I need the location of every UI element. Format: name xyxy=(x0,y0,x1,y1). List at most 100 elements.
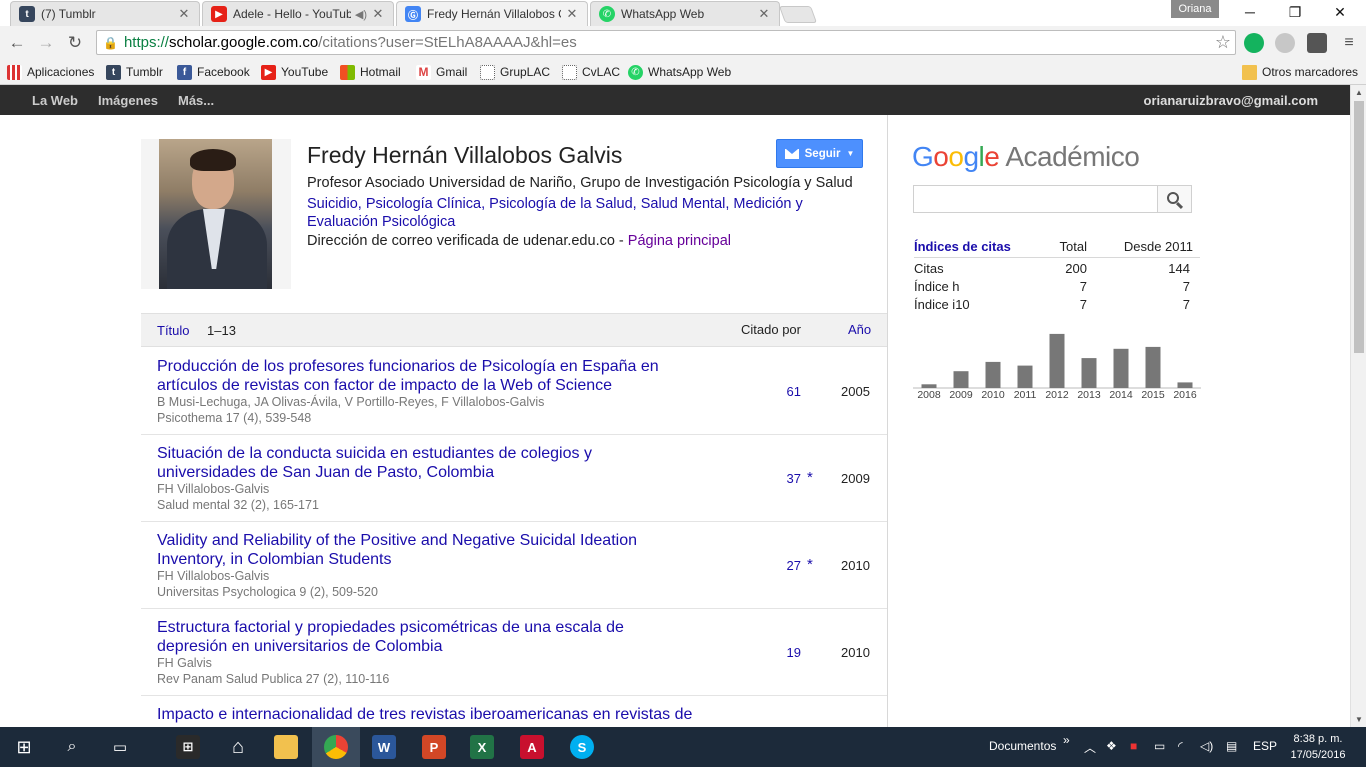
bookmark-whatsapp[interactable]: ✆ WhatsApp Web xyxy=(628,63,731,81)
article-title-link[interactable]: Estructura factorial y propiedades psico… xyxy=(157,618,677,656)
skype-ext-icon[interactable] xyxy=(1275,33,1295,53)
tab-tumblr[interactable]: t (7) Tumblr ✕ xyxy=(10,1,200,26)
bookmark-youtube[interactable]: ▶ YouTube xyxy=(261,63,328,81)
task-view-button[interactable]: ▭ xyxy=(96,727,144,767)
tab-scholar[interactable]: Ⓖ Fredy Hernán Villalobos G ✕ xyxy=(396,1,588,26)
bookmark-star-icon[interactable]: ☆ xyxy=(1215,32,1231,53)
scroll-up-icon[interactable]: ▲ xyxy=(1355,88,1363,97)
toolbar-expand-icon[interactable]: » xyxy=(1063,733,1070,747)
dropbox-icon[interactable]: ❖ xyxy=(1106,739,1117,753)
chart-bar-2010[interactable] xyxy=(985,361,1001,388)
page-scrollbar[interactable]: ▲ ▼ xyxy=(1350,85,1366,727)
close-icon[interactable]: ✕ xyxy=(371,6,385,22)
taskbar-chrome[interactable] xyxy=(312,727,360,767)
close-icon[interactable]: ✕ xyxy=(757,6,771,22)
profile-button[interactable]: Oriana xyxy=(1171,0,1219,18)
back-icon[interactable]: ← xyxy=(6,32,28,54)
sort-by-title[interactable]: Título xyxy=(157,323,190,338)
taskbar-word[interactable]: W xyxy=(360,727,408,767)
article-title-link[interactable]: Producción de los profesores funcionario… xyxy=(157,357,677,395)
chart-bar-2016[interactable] xyxy=(1177,382,1193,388)
bookmark-cvlac[interactable]: CvLAC xyxy=(562,63,620,81)
speaker-icon[interactable]: ◀) xyxy=(355,8,367,21)
chart-bar-2012[interactable] xyxy=(1049,333,1065,388)
close-icon[interactable]: ✕ xyxy=(177,6,191,22)
interest-link[interactable]: Psicología Clínica xyxy=(366,196,481,212)
homepage-link[interactable]: Página principal xyxy=(628,233,731,249)
tab-whatsapp[interactable]: ✆ WhatsApp Web ✕ xyxy=(590,1,780,26)
bookmark-apps[interactable]: Aplicaciones xyxy=(7,63,94,81)
scroll-down-icon[interactable]: ▼ xyxy=(1355,715,1363,724)
shield-ext-icon[interactable] xyxy=(1307,33,1327,53)
bookmark-gmail[interactable]: M Gmail xyxy=(416,63,467,81)
language-indicator[interactable]: ESP xyxy=(1253,739,1277,753)
menu-icon[interactable]: ≡ xyxy=(1338,32,1360,54)
taskbar-explorer[interactable] xyxy=(262,727,310,767)
new-tab-button[interactable] xyxy=(778,6,818,23)
search-button[interactable] xyxy=(1157,185,1192,213)
article-title-link[interactable]: Validity and Reliability of the Positive… xyxy=(157,531,677,569)
gbar-images-link[interactable]: Imágenes xyxy=(98,93,158,108)
cited-by-link[interactable]: 19 xyxy=(761,645,801,660)
taskbar-skype[interactable]: S xyxy=(558,727,606,767)
article-title-link[interactable]: Situación de la conducta suicida en estu… xyxy=(157,444,677,482)
cited-by-link[interactable]: 61 xyxy=(761,384,801,399)
article-title-link[interactable]: Impacto e internacionalidad de tres revi… xyxy=(157,705,717,724)
tray-chevron-up-icon[interactable]: ︿ xyxy=(1084,739,1096,756)
google-scholar-logo[interactable]: Google Académico xyxy=(912,141,1140,173)
sort-by-year[interactable]: Año xyxy=(848,322,871,337)
documents-toolbar[interactable]: Documentos xyxy=(989,739,1056,753)
chart-bar-2015[interactable] xyxy=(1145,346,1161,388)
tab-youtube[interactable]: ▶ Adele - Hello - YouTub ◀) ✕ xyxy=(202,1,394,26)
close-icon[interactable]: ✕ xyxy=(565,6,579,22)
scrollbar-thumb[interactable] xyxy=(1354,101,1364,353)
chart-bar-2013[interactable] xyxy=(1081,358,1097,388)
bookmark-other[interactable]: Otros marcadores xyxy=(1242,63,1358,81)
cited-by-link[interactable]: 37 xyxy=(761,471,801,486)
taskbar-acrobat[interactable]: A xyxy=(508,727,556,767)
start-button[interactable]: ⊞ xyxy=(0,727,48,767)
taskbar-excel[interactable]: X xyxy=(458,727,506,767)
gbar-web-link[interactable]: La Web xyxy=(32,93,78,108)
gbar-more-link[interactable]: Más... xyxy=(178,93,214,108)
restore-icon[interactable]: ❐ xyxy=(1273,0,1317,24)
chart-bar-2011[interactable] xyxy=(1017,365,1033,388)
follow-button[interactable]: Seguir ▼ xyxy=(776,139,863,168)
scholar-search-input[interactable] xyxy=(913,185,1157,213)
bookmark-tumblr[interactable]: t Tumblr xyxy=(106,63,163,81)
chart-tick-label: 2013 xyxy=(1077,389,1101,401)
metrics-row-i10-index: Índice i10 7 7 xyxy=(914,297,1200,315)
taskbar-clock[interactable]: 8:38 p. m. 17/05/2016 xyxy=(1285,731,1351,763)
reload-icon[interactable]: ↻ xyxy=(64,32,86,54)
bookmark-gruplac[interactable]: GrupLAC xyxy=(480,63,550,81)
chart-bar-2009[interactable] xyxy=(953,371,969,388)
account-email[interactable]: orianaruizbravo@gmail.com xyxy=(1144,93,1319,108)
antivirus-icon[interactable]: ■ xyxy=(1130,739,1137,753)
bookmark-hotmail[interactable]: Hotmail xyxy=(340,63,401,81)
interest-link[interactable]: Suicidio xyxy=(307,196,358,212)
interest-link[interactable]: Salud Mental xyxy=(641,196,726,212)
notifications-icon[interactable]: ▤ xyxy=(1226,739,1237,753)
sort-by-cited[interactable]: Citado por xyxy=(741,322,801,337)
address-bar[interactable]: 🔒 https:// scholar.google.com.co /citati… xyxy=(96,30,1236,55)
chart-bar-2008[interactable] xyxy=(921,384,937,388)
volume-icon[interactable]: ◁) xyxy=(1200,739,1213,753)
wifi-icon[interactable]: ◜ xyxy=(1178,739,1183,753)
whatsapp-icon: ✆ xyxy=(599,6,615,22)
interest-link[interactable]: Psicología de la Salud xyxy=(489,196,633,212)
article-authors: FH Villalobos-Galvis xyxy=(157,482,270,496)
search-taskbar-button[interactable]: ⌕ xyxy=(48,727,96,767)
grammarly-icon[interactable] xyxy=(1244,33,1264,53)
metrics-title-link[interactable]: Índices de citas xyxy=(914,239,1011,254)
minimize-icon[interactable]: ─ xyxy=(1228,0,1272,24)
forward-icon[interactable]: → xyxy=(35,32,57,54)
taskbar-powerpoint[interactable]: P xyxy=(410,727,458,767)
cited-by-link[interactable]: 27 xyxy=(761,558,801,573)
taskbar-home[interactable]: ⌂ xyxy=(214,727,262,767)
taskbar-store[interactable]: ⊞ xyxy=(164,727,212,767)
close-window-icon[interactable]: ✕ xyxy=(1318,0,1362,24)
bookmark-facebook[interactable]: f Facebook xyxy=(177,63,250,81)
table-row: Situación de la conducta suicida en estu… xyxy=(141,435,887,522)
chart-bar-2014[interactable] xyxy=(1113,348,1129,388)
battery-icon[interactable]: ▭ xyxy=(1154,739,1165,753)
